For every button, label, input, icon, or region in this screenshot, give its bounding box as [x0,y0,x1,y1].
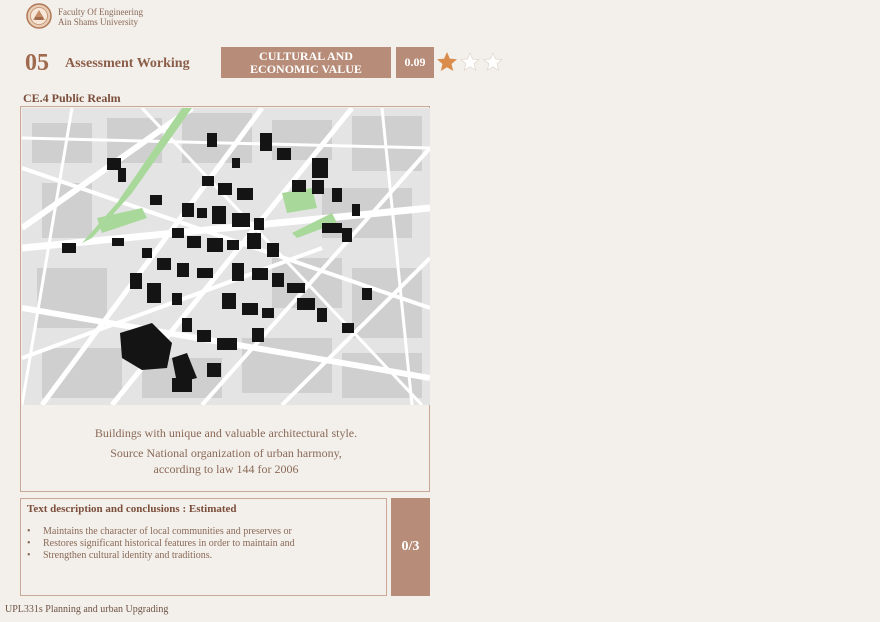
category-line-1: CULTURAL AND [259,48,353,63]
description-title: Text description and conclusions : Estim… [27,503,237,515]
caption-line-2: Source National organization of urban ha… [110,446,342,460]
university-label: Ain Shams University [58,17,138,27]
university-name: Faculty Of Engineering Ain Shams Univers… [58,7,143,27]
map-caption: Buildings with unique and valuable archi… [21,425,431,477]
caption-line-3: according to law 144 for 2006 [153,462,299,476]
course-footer: UPL331s Planning and urban Upgrading [5,604,169,615]
star-icon-1 [437,52,457,72]
bullet-item: Strengthen cultural identity and traditi… [27,550,380,562]
map-drawing [22,108,430,405]
faculty-name: Faculty Of Engineering [58,7,143,17]
criterion-title: CE.4 Public Realm [23,91,121,105]
university-logo [26,3,52,29]
star-icon-2 [460,52,480,72]
category-badge: CULTURAL AND ECONOMIC VALUE [221,47,391,78]
result-score: 0/3 [391,498,430,596]
description-box: Text description and conclusions : Estim… [20,498,387,596]
star-icon-3 [483,52,503,72]
bullet-item: Maintains the character of local communi… [27,526,380,538]
map-panel: Buildings with unique and valuable archi… [20,106,430,492]
urban-map [22,108,430,405]
bullet-item: Restores significant historical features… [27,538,380,550]
score-badge: 0.09 [396,47,434,78]
section-number: 05 [25,50,49,76]
caption-line-1: Buildings with unique and valuable archi… [94,426,358,440]
section-title: Assessment Working [65,56,190,71]
category-line-2: ECONOMIC VALUE [250,61,362,76]
star-rating [437,52,503,72]
description-bullets: Maintains the character of local communi… [27,526,380,562]
